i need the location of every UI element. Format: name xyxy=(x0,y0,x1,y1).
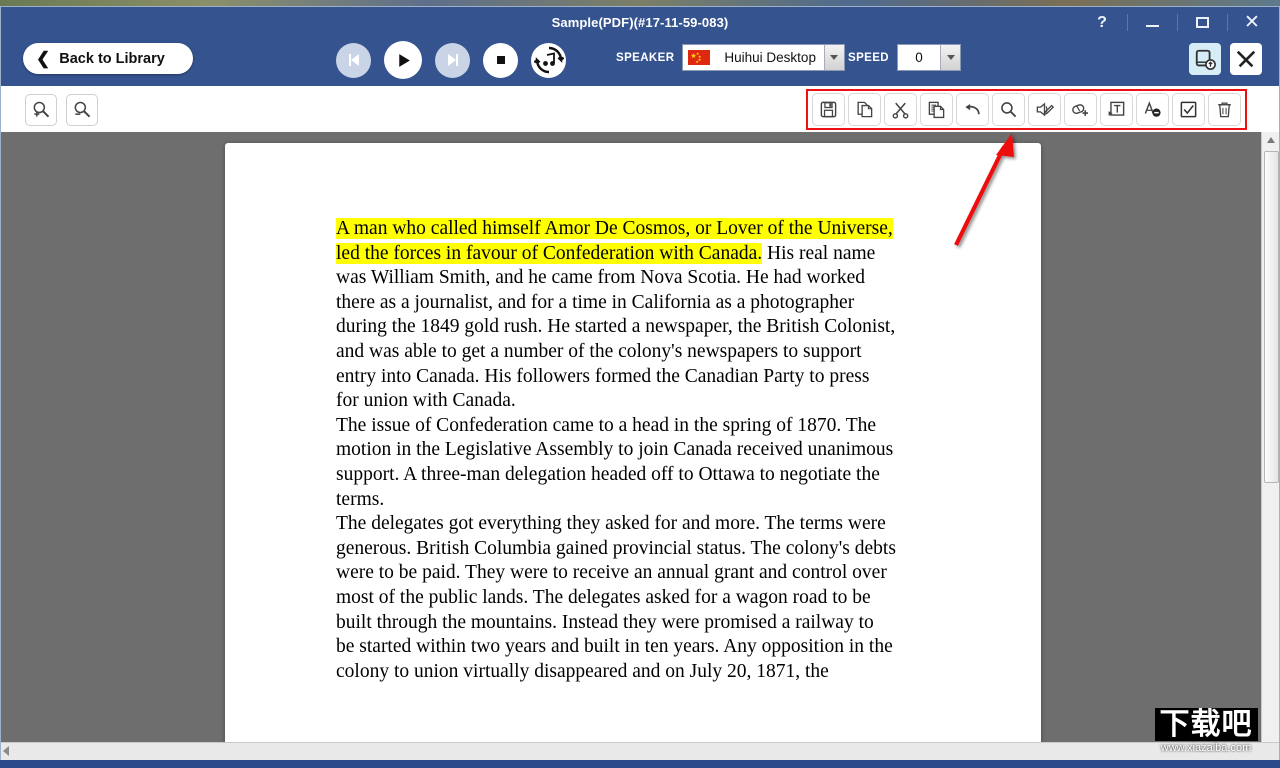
document-viewport[interactable]: A man who called himself Amor De Cosmos,… xyxy=(1,132,1262,742)
save-button[interactable] xyxy=(812,93,845,126)
copy-pages-icon xyxy=(857,101,873,118)
watermark-text: 下载吧 xyxy=(1154,707,1258,742)
repeat-music-icon xyxy=(533,46,564,74)
paragraph-rest: The delegates got everything they asked … xyxy=(336,513,896,682)
speed-selector-group: SPEED 0 xyxy=(848,44,961,71)
application-window: Sample(PDF)(#17-11-59-083) ? ✕ ❮ Back to… xyxy=(0,0,1280,768)
zoom-out-button[interactable] xyxy=(66,94,98,126)
paragraph: The delegates got everything they asked … xyxy=(336,512,896,684)
window-bottom-border xyxy=(0,760,1280,768)
skip-back-icon xyxy=(348,54,359,66)
stop-icon xyxy=(496,56,505,64)
vertical-scrollbar[interactable] xyxy=(1261,132,1279,742)
chevron-left-icon: ❮ xyxy=(36,49,51,68)
speed-value: 0 xyxy=(915,50,923,65)
question-mark-icon: ? xyxy=(1097,13,1107,31)
vertical-scrollbar-thumb[interactable] xyxy=(1264,151,1279,483)
settings-tools-button[interactable] xyxy=(1230,43,1262,75)
window-controls: ? ✕ xyxy=(1077,7,1277,38)
cut-button[interactable] xyxy=(884,93,917,126)
scroll-up-button[interactable] xyxy=(1262,132,1279,148)
duplicate-button[interactable] xyxy=(920,93,953,126)
playback-controls xyxy=(336,41,566,79)
checkbox-icon xyxy=(1180,101,1197,118)
play-button[interactable] xyxy=(384,41,422,79)
paragraph-rest: His real name was William Smith, and he … xyxy=(336,242,896,412)
trash-icon xyxy=(1218,102,1231,118)
skip-forward-icon xyxy=(447,54,458,66)
floppy-save-icon xyxy=(820,101,837,118)
chevron-down-icon[interactable] xyxy=(823,45,844,70)
copy-pages-button[interactable] xyxy=(848,93,881,126)
toolbar-right-buttons xyxy=(1189,43,1262,75)
add-highlight-button[interactable] xyxy=(1064,93,1097,126)
annotation-remove-icon xyxy=(1144,101,1161,117)
speaker-dropdown[interactable]: ★ ★ ★ ★ ★ Huihui Desktop xyxy=(682,44,845,71)
magnifier-icon xyxy=(1001,102,1017,118)
find-button[interactable] xyxy=(992,93,1025,126)
text-insert-icon xyxy=(1108,101,1125,116)
speaker-label: SPEAKER xyxy=(616,51,675,64)
paragraph: A man who called himself Amor De Cosmos,… xyxy=(336,217,896,414)
maximize-icon xyxy=(1195,17,1209,28)
tools-icon xyxy=(1236,50,1256,68)
repeat-button[interactable] xyxy=(531,42,566,78)
zoom-controls xyxy=(25,94,98,126)
horizontal-scrollbar[interactable] xyxy=(1,742,1279,760)
chevron-down-icon[interactable] xyxy=(940,45,960,70)
maximize-button[interactable] xyxy=(1177,7,1227,38)
scissors-icon xyxy=(892,102,909,119)
minimize-icon xyxy=(1145,25,1159,27)
pdf-page[interactable]: A man who called himself Amor De Cosmos,… xyxy=(225,143,1041,742)
stop-button[interactable] xyxy=(483,42,518,78)
speed-dropdown[interactable]: 0 xyxy=(897,44,961,71)
zoom-in-button[interactable] xyxy=(25,94,57,126)
close-icon: ✕ xyxy=(1244,12,1260,33)
previous-button[interactable] xyxy=(336,42,371,78)
magnifier-plus-icon xyxy=(33,101,50,118)
paragraph-rest: The issue of Confederation came to a hea… xyxy=(336,414,894,510)
page-text-content: A man who called himself Amor De Cosmos,… xyxy=(336,217,896,684)
speed-label: SPEED xyxy=(848,51,889,64)
insert-text-button[interactable] xyxy=(1100,93,1133,126)
document-copy-icon xyxy=(928,101,945,119)
annotation-toolbar-group xyxy=(806,89,1247,130)
checkbox-button[interactable] xyxy=(1172,93,1205,126)
scroll-left-button[interactable] xyxy=(3,746,9,756)
minimize-button[interactable] xyxy=(1127,7,1177,38)
back-to-library-label: Back to Library xyxy=(59,50,165,67)
china-flag-icon: ★ ★ ★ ★ ★ xyxy=(688,50,711,65)
close-button[interactable]: ✕ xyxy=(1227,7,1277,38)
magnifier-minus-icon xyxy=(74,101,91,118)
undo-arrow-icon xyxy=(965,103,980,115)
speaker-selector-group: SPEAKER ★ ★ ★ ★ ★ Huihui Desktop xyxy=(616,44,845,71)
send-to-device-button[interactable] xyxy=(1189,43,1221,75)
eraser-plus-icon xyxy=(1072,104,1089,116)
triangle-up-icon xyxy=(1266,137,1275,143)
next-button[interactable] xyxy=(435,42,470,78)
edit-pronunciation-button[interactable] xyxy=(1028,93,1061,126)
play-icon xyxy=(398,53,410,67)
speaker-pencil-icon xyxy=(1036,102,1054,117)
remove-annotation-button[interactable] xyxy=(1136,93,1169,126)
title-bar: Sample(PDF)(#17-11-59-083) ? ✕ xyxy=(1,7,1279,38)
delete-button[interactable] xyxy=(1208,93,1241,126)
undo-button[interactable] xyxy=(956,93,989,126)
back-to-library-button[interactable]: ❮ Back to Library xyxy=(23,43,193,74)
help-button[interactable]: ? xyxy=(1077,7,1127,38)
watermark-url: www.xiazaiba.com xyxy=(1160,742,1252,755)
watermark: 下载吧 www.xiazaiba.com xyxy=(1140,700,1272,762)
device-upload-icon xyxy=(1195,49,1216,70)
paragraph: The issue of Confederation came to a hea… xyxy=(336,414,896,512)
speaker-value: Huihui Desktop xyxy=(724,50,816,65)
